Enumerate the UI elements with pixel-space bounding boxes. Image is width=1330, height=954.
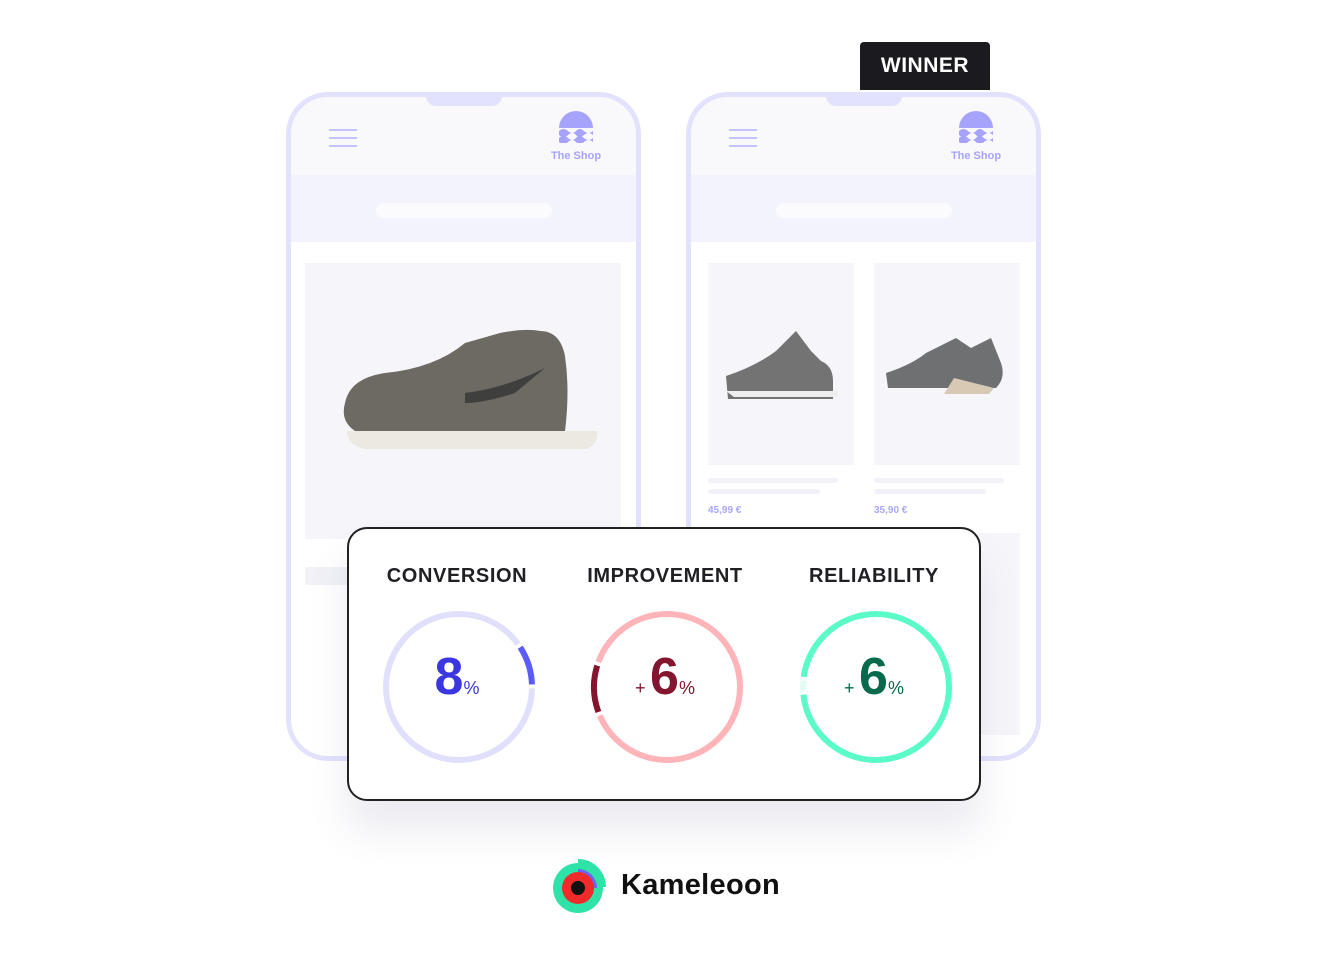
stat-reliability: RELIABILITY + 6% (774, 529, 974, 763)
hamburger-menu-icon[interactable] (329, 129, 357, 153)
shop-name: The Shop (550, 150, 602, 162)
kameleoon-logo-icon (553, 859, 606, 913)
shoe-image (343, 329, 598, 449)
waves-logo-icon (559, 111, 593, 144)
product-card-2[interactable] (874, 263, 1020, 465)
shoe-image (886, 338, 1003, 394)
shop-name: The Shop (950, 150, 1002, 162)
stat-value: + 6% (844, 648, 904, 706)
product-card-1[interactable] (708, 263, 854, 465)
product-price: 45,99 € (708, 505, 742, 516)
stat-value: + 6% (635, 648, 695, 706)
shoe-image (726, 331, 838, 399)
waves-logo-icon (959, 111, 993, 144)
stat-label: CONVERSION (386, 565, 528, 587)
product-image[interactable] (305, 263, 621, 539)
shop-logo[interactable]: The Shop (946, 111, 1006, 162)
stat-conversion: CONVERSION 8% (357, 529, 557, 763)
banner (691, 175, 1036, 242)
results-card: CONVERSION 8% IMPROVEMENT + 6% RELIABILI… (347, 527, 981, 801)
phone-notch (826, 97, 902, 106)
brand-name: Kameleoon (621, 868, 781, 901)
banner (291, 175, 636, 242)
stat-label: RELIABILITY (809, 565, 939, 587)
kameleoon-logo: Kameleoon (553, 857, 780, 913)
product-price: 35,90 € (874, 505, 908, 516)
phone-notch (426, 97, 502, 106)
hamburger-menu-icon[interactable] (729, 129, 757, 153)
stat-value: 8% (434, 648, 480, 706)
winner-badge: WINNER (860, 42, 990, 90)
stat-improvement: IMPROVEMENT + 6% (565, 529, 765, 763)
shop-logo[interactable]: The Shop (546, 111, 606, 162)
stat-label: IMPROVEMENT (587, 565, 743, 587)
